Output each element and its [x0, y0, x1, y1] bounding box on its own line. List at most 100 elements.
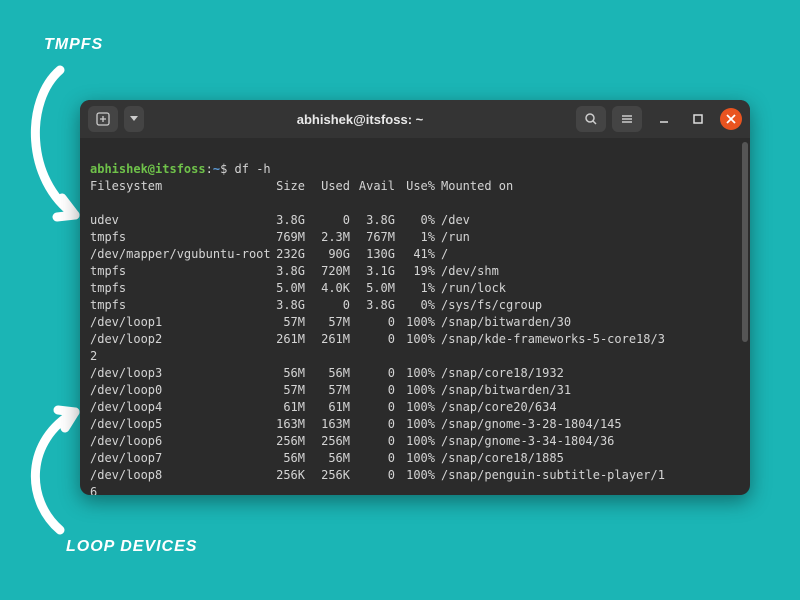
table-row: udev3.8G03.8G0%/dev — [90, 212, 740, 229]
cell-us: 90G — [305, 246, 350, 263]
table-row: /dev/loop2261M261M0100%/snap/kde-framewo… — [90, 331, 740, 348]
cell-sz: 232G — [265, 246, 305, 263]
cell-fs: tmpfs — [90, 280, 265, 297]
annotation-loop-devices: LOOP DEVICES — [66, 538, 197, 556]
cell-sz: 56M — [265, 365, 305, 382]
maximize-button[interactable] — [686, 107, 710, 131]
cell-av: 0 — [350, 314, 395, 331]
cell-fs: /dev/loop6 — [90, 433, 265, 450]
rows-container: udev3.8G03.8G0%/devtmpfs769M2.3M767M1%/r… — [90, 212, 740, 495]
cell-us: 0 — [305, 297, 350, 314]
table-row: /dev/loop5163M163M0100%/snap/gnome-3-28-… — [90, 416, 740, 433]
wrap-line: 6 — [90, 484, 740, 495]
cell-us: 163M — [305, 416, 350, 433]
cell-fs: /dev/loop0 — [90, 382, 265, 399]
cell-av: 0 — [350, 399, 395, 416]
cell-mt: /snap/gnome-3-34-1804/36 — [435, 433, 614, 450]
table-row: /dev/loop6256M256M0100%/snap/gnome-3-34-… — [90, 433, 740, 450]
table-row: tmpfs5.0M4.0K5.0M1%/run/lock — [90, 280, 740, 297]
cell-mt: /run/lock — [435, 280, 506, 297]
cell-us: 4.0K — [305, 280, 350, 297]
cell-av: 0 — [350, 331, 395, 348]
cell-mt: / — [435, 246, 448, 263]
cell-pc: 41% — [395, 246, 435, 263]
table-row: tmpfs769M2.3M767M1%/run — [90, 229, 740, 246]
scrollbar[interactable] — [742, 142, 748, 342]
cell-pc: 19% — [395, 263, 435, 280]
cell-mt: /dev/shm — [435, 263, 499, 280]
cell-av: 0 — [350, 382, 395, 399]
cell-pc: 100% — [395, 314, 435, 331]
cell-av: 0 — [350, 365, 395, 382]
cell-fs: /dev/loop1 — [90, 314, 265, 331]
table-row: /dev/loop356M56M0100%/snap/core18/1932 — [90, 365, 740, 382]
cell-fs: /dev/loop4 — [90, 399, 265, 416]
table-row: tmpfs3.8G03.8G0%/sys/fs/cgroup — [90, 297, 740, 314]
cell-fs: tmpfs — [90, 229, 265, 246]
cell-mt: /run — [435, 229, 470, 246]
cell-pc: 100% — [395, 365, 435, 382]
cell-mt: /snap/penguin-subtitle-player/1 — [435, 467, 665, 484]
cell-mt: /dev — [435, 212, 470, 229]
tab-dropdown-button[interactable] — [124, 106, 144, 132]
col-size: Size — [265, 178, 305, 195]
cell-us: 57M — [305, 382, 350, 399]
cell-fs: udev — [90, 212, 265, 229]
cell-us: 2.3M — [305, 229, 350, 246]
cell-sz: 163M — [265, 416, 305, 433]
cell-us: 0 — [305, 212, 350, 229]
table-row: /dev/loop8256K256K0100%/snap/penguin-sub… — [90, 467, 740, 484]
cell-us: 261M — [305, 331, 350, 348]
menu-button[interactable] — [612, 106, 642, 132]
titlebar: abhishek@itsfoss: ~ — [80, 100, 750, 138]
cell-pc: 100% — [395, 331, 435, 348]
new-tab-button[interactable] — [88, 106, 118, 132]
wrap-line: 2 — [90, 348, 740, 365]
cell-av: 3.8G — [350, 212, 395, 229]
cell-av: 5.0M — [350, 280, 395, 297]
cell-us: 256M — [305, 433, 350, 450]
cell-av: 3.1G — [350, 263, 395, 280]
cell-sz: 57M — [265, 382, 305, 399]
cell-mt: /snap/core18/1885 — [435, 450, 564, 467]
cell-us: 720M — [305, 263, 350, 280]
terminal-body[interactable]: abhishek@itsfoss:~$ df -h FilesystemSize… — [80, 138, 750, 495]
cell-mt: /snap/kde-frameworks-5-core18/3 — [435, 331, 665, 348]
cell-fs: /dev/mapper/vgubuntu-root — [90, 246, 265, 263]
cell-mt: /snap/bitwarden/30 — [435, 314, 571, 331]
prompt-dollar: $ — [220, 162, 227, 176]
close-button[interactable] — [720, 108, 742, 130]
annotation-tmpfs: TMPFS — [44, 36, 103, 54]
cell-pc: 100% — [395, 399, 435, 416]
minimize-button[interactable] — [652, 107, 676, 131]
table-row: /dev/mapper/vgubuntu-root232G90G130G41%/ — [90, 246, 740, 263]
table-row: /dev/loop157M57M0100%/snap/bitwarden/30 — [90, 314, 740, 331]
cell-av: 3.8G — [350, 297, 395, 314]
cell-sz: 3.8G — [265, 297, 305, 314]
command-text: df -h — [235, 162, 271, 176]
cell-us: 56M — [305, 365, 350, 382]
cell-sz: 5.0M — [265, 280, 305, 297]
cell-mt: /snap/core18/1932 — [435, 365, 564, 382]
cell-pc: 100% — [395, 382, 435, 399]
cell-pc: 0% — [395, 297, 435, 314]
table-row: /dev/loop461M61M0100%/snap/core20/634 — [90, 399, 740, 416]
cell-fs: /dev/loop5 — [90, 416, 265, 433]
search-button[interactable] — [576, 106, 606, 132]
prompt-path: ~ — [213, 162, 220, 176]
table-row: /dev/loop057M57M0100%/snap/bitwarden/31 — [90, 382, 740, 399]
cell-sz: 61M — [265, 399, 305, 416]
cell-sz: 769M — [265, 229, 305, 246]
cell-fs: /dev/loop3 — [90, 365, 265, 382]
cell-av: 130G — [350, 246, 395, 263]
cell-sz: 256K — [265, 467, 305, 484]
cell-fs: /dev/loop8 — [90, 467, 265, 484]
col-mount: Mounted on — [435, 178, 513, 195]
cell-sz: 256M — [265, 433, 305, 450]
window-title: abhishek@itsfoss: ~ — [150, 112, 570, 127]
cell-fs: tmpfs — [90, 263, 265, 280]
cell-sz: 3.8G — [265, 263, 305, 280]
cell-av: 0 — [350, 467, 395, 484]
cell-av: 0 — [350, 450, 395, 467]
cell-us: 256K — [305, 467, 350, 484]
